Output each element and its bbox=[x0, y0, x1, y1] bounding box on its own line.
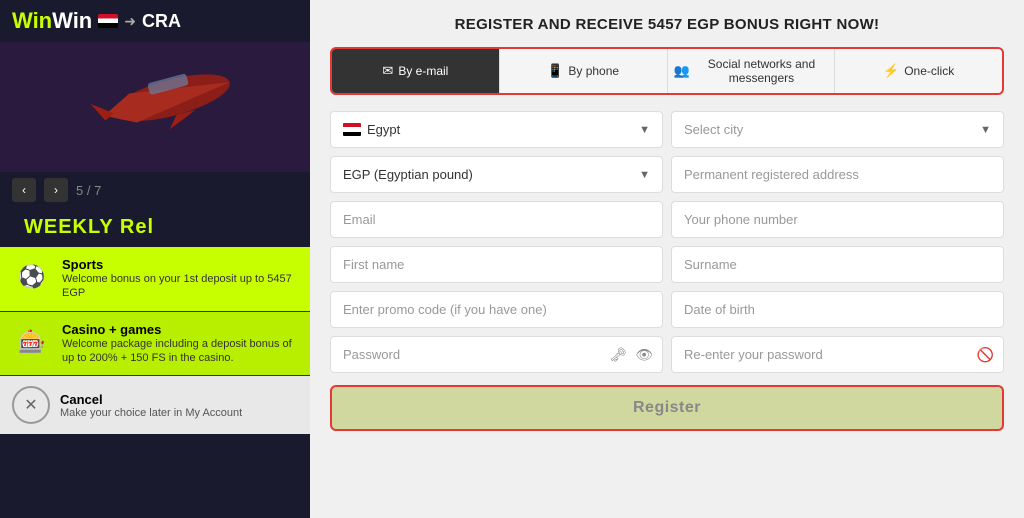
tab-email[interactable]: ✉ By e-mail bbox=[332, 49, 500, 93]
city-placeholder: Select city bbox=[684, 122, 743, 137]
list-item[interactable]: 🎰 Casino + games Welcome package includi… bbox=[0, 312, 310, 377]
banner-area bbox=[0, 42, 310, 172]
plane-icon bbox=[65, 62, 245, 152]
country-value: Egypt bbox=[367, 122, 400, 137]
oneclick-tab-icon: ⚡ bbox=[883, 63, 899, 79]
password-icons: 🗝 👁 bbox=[609, 346, 653, 363]
dob-field bbox=[671, 291, 1004, 328]
tab-social-label: Social networks and messengers bbox=[695, 57, 829, 85]
dob-input[interactable] bbox=[671, 291, 1004, 328]
city-field: Select city ▼ bbox=[671, 111, 1004, 148]
logo-bar: WinWin ➜ CRA bbox=[0, 0, 310, 42]
cancel-info: Cancel Make your choice later in My Acco… bbox=[60, 392, 242, 419]
email-input[interactable] bbox=[330, 201, 663, 238]
currency-select[interactable]: EGP (Egyptian pound) ▼ bbox=[330, 156, 663, 193]
egypt-flag-icon bbox=[343, 123, 361, 136]
prev-button[interactable]: ‹ bbox=[12, 178, 36, 202]
eye-icon[interactable]: 👁 bbox=[635, 346, 653, 363]
currency-value: EGP (Egyptian pound) bbox=[343, 167, 473, 182]
phone-input[interactable] bbox=[671, 201, 1004, 238]
city-select[interactable]: Select city ▼ bbox=[671, 111, 1004, 148]
eye-slash-icon[interactable]: 🚫 bbox=[977, 346, 994, 363]
repassword-field: 🚫 bbox=[671, 336, 1004, 373]
firstname-field bbox=[330, 246, 663, 283]
next-button[interactable]: › bbox=[44, 178, 68, 202]
sports-icon: ⚽ bbox=[12, 257, 52, 297]
country-chevron-icon: ▼ bbox=[639, 124, 650, 136]
country-field: Egypt ▼ bbox=[330, 111, 663, 148]
tab-social[interactable]: 👥 Social networks and messengers bbox=[668, 49, 836, 93]
casino-bonus-info: Casino + games Welcome package including… bbox=[62, 322, 298, 366]
promo-input[interactable] bbox=[330, 291, 663, 328]
currency-chevron-icon: ▼ bbox=[639, 169, 650, 181]
surname-field bbox=[671, 246, 1004, 283]
country-select[interactable]: Egypt ▼ bbox=[330, 111, 663, 148]
tab-phone[interactable]: 📱 By phone bbox=[500, 49, 668, 93]
social-tab-icon: 👥 bbox=[674, 63, 690, 79]
tabs-container: ✉ By e-mail 📱 By phone 👥 Social networks… bbox=[330, 47, 1004, 95]
register-title: REGISTER AND RECEIVE 5457 EGP BONUS RIGH… bbox=[330, 16, 1004, 33]
email-tab-icon: ✉ bbox=[382, 63, 393, 79]
address-input[interactable] bbox=[671, 156, 1004, 193]
address-field bbox=[671, 156, 1004, 193]
logo-flag-icon bbox=[98, 14, 118, 28]
phone-field bbox=[671, 201, 1004, 238]
logo-arrow-icon: ➜ bbox=[124, 13, 136, 30]
email-field bbox=[330, 201, 663, 238]
phone-tab-icon: 📱 bbox=[547, 63, 563, 79]
list-item[interactable]: ⚽ Sports Welcome bonus on your 1st depos… bbox=[0, 247, 310, 312]
repassword-icons: 🚫 bbox=[977, 346, 994, 363]
cancel-icon: ✕ bbox=[12, 386, 50, 424]
register-button[interactable]: Register bbox=[330, 385, 1004, 431]
casino-icon: 🎰 bbox=[12, 322, 52, 362]
logo-cra: CRA bbox=[142, 11, 181, 32]
repassword-input[interactable] bbox=[671, 336, 1004, 373]
firstname-input[interactable] bbox=[330, 246, 663, 283]
promo-field bbox=[330, 291, 663, 328]
currency-field: EGP (Egyptian pound) ▼ bbox=[330, 156, 663, 193]
nav-count: 5 / 7 bbox=[76, 183, 101, 198]
tab-phone-label: By phone bbox=[568, 64, 619, 78]
tab-email-label: By e-mail bbox=[398, 64, 448, 78]
key-icon[interactable]: 🗝 bbox=[609, 346, 627, 363]
left-panel: WinWin ➜ CRA ‹ › 5 / 7 WEEKLY Rel ⚽ bbox=[0, 0, 310, 518]
sports-bonus-info: Sports Welcome bonus on your 1st deposit… bbox=[62, 257, 298, 301]
tab-oneclick[interactable]: ⚡ One-click bbox=[835, 49, 1002, 93]
cancel-item[interactable]: ✕ Cancel Make your choice later in My Ac… bbox=[0, 376, 310, 434]
right-panel: REGISTER AND RECEIVE 5457 EGP BONUS RIGH… bbox=[310, 0, 1024, 518]
bonus-list: ⚽ Sports Welcome bonus on your 1st depos… bbox=[0, 247, 310, 376]
password-field: 🗝 👁 bbox=[330, 336, 663, 373]
weekly-label: WEEKLY Rel bbox=[12, 212, 298, 243]
surname-input[interactable] bbox=[671, 246, 1004, 283]
form-grid: Egypt ▼ Select city ▼ EGP (Egyptian poun… bbox=[330, 111, 1004, 431]
tab-oneclick-label: One-click bbox=[904, 64, 954, 78]
logo: WinWin bbox=[12, 8, 92, 34]
city-chevron-icon: ▼ bbox=[980, 124, 991, 136]
nav-arrows: ‹ › 5 / 7 bbox=[0, 172, 310, 208]
